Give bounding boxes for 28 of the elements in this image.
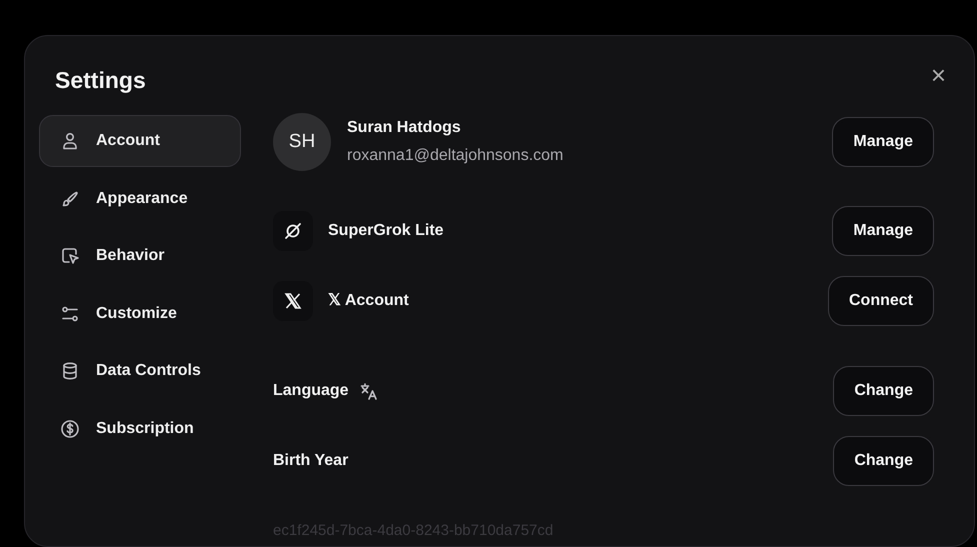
sliders-icon — [60, 304, 80, 324]
account-label: 𝕏 Account — [328, 291, 409, 311]
sidebar-item[interactable]: Data Controls — [39, 345, 241, 397]
manage-button[interactable]: Manage — [832, 117, 934, 167]
setting-label: Birth Year — [273, 451, 348, 471]
sidebar-item[interactable]: Appearance — [39, 172, 241, 224]
account-label: SuperGrok Lite — [328, 221, 444, 241]
user-email: roxanna1@deltajohnsons.com — [347, 146, 564, 166]
translate-icon — [358, 381, 379, 401]
action-button[interactable]: Manage — [832, 206, 934, 256]
dialog-title: Settings — [55, 66, 147, 95]
change-button[interactable]: Change — [833, 366, 934, 416]
action-button[interactable]: Connect — [828, 276, 934, 326]
sidebar-item[interactable]: Customize — [39, 288, 241, 340]
person-icon — [60, 131, 80, 151]
setting-label: Language — [273, 381, 349, 401]
database-icon — [60, 361, 80, 381]
brush-icon — [60, 188, 80, 208]
avatar: SH — [273, 113, 331, 171]
dollar-icon — [60, 418, 80, 438]
close-button[interactable]: × — [926, 62, 950, 88]
sidebar-item[interactable]: Behavior — [39, 230, 241, 282]
sidebar-item[interactable]: Subscription — [39, 402, 241, 454]
user-name: Suran Hatdogs — [347, 118, 462, 138]
x-logo-icon — [283, 291, 303, 311]
change-button[interactable]: Change — [833, 436, 934, 486]
sidebar-item[interactable]: Account — [39, 115, 241, 167]
cursor-icon — [60, 246, 80, 266]
